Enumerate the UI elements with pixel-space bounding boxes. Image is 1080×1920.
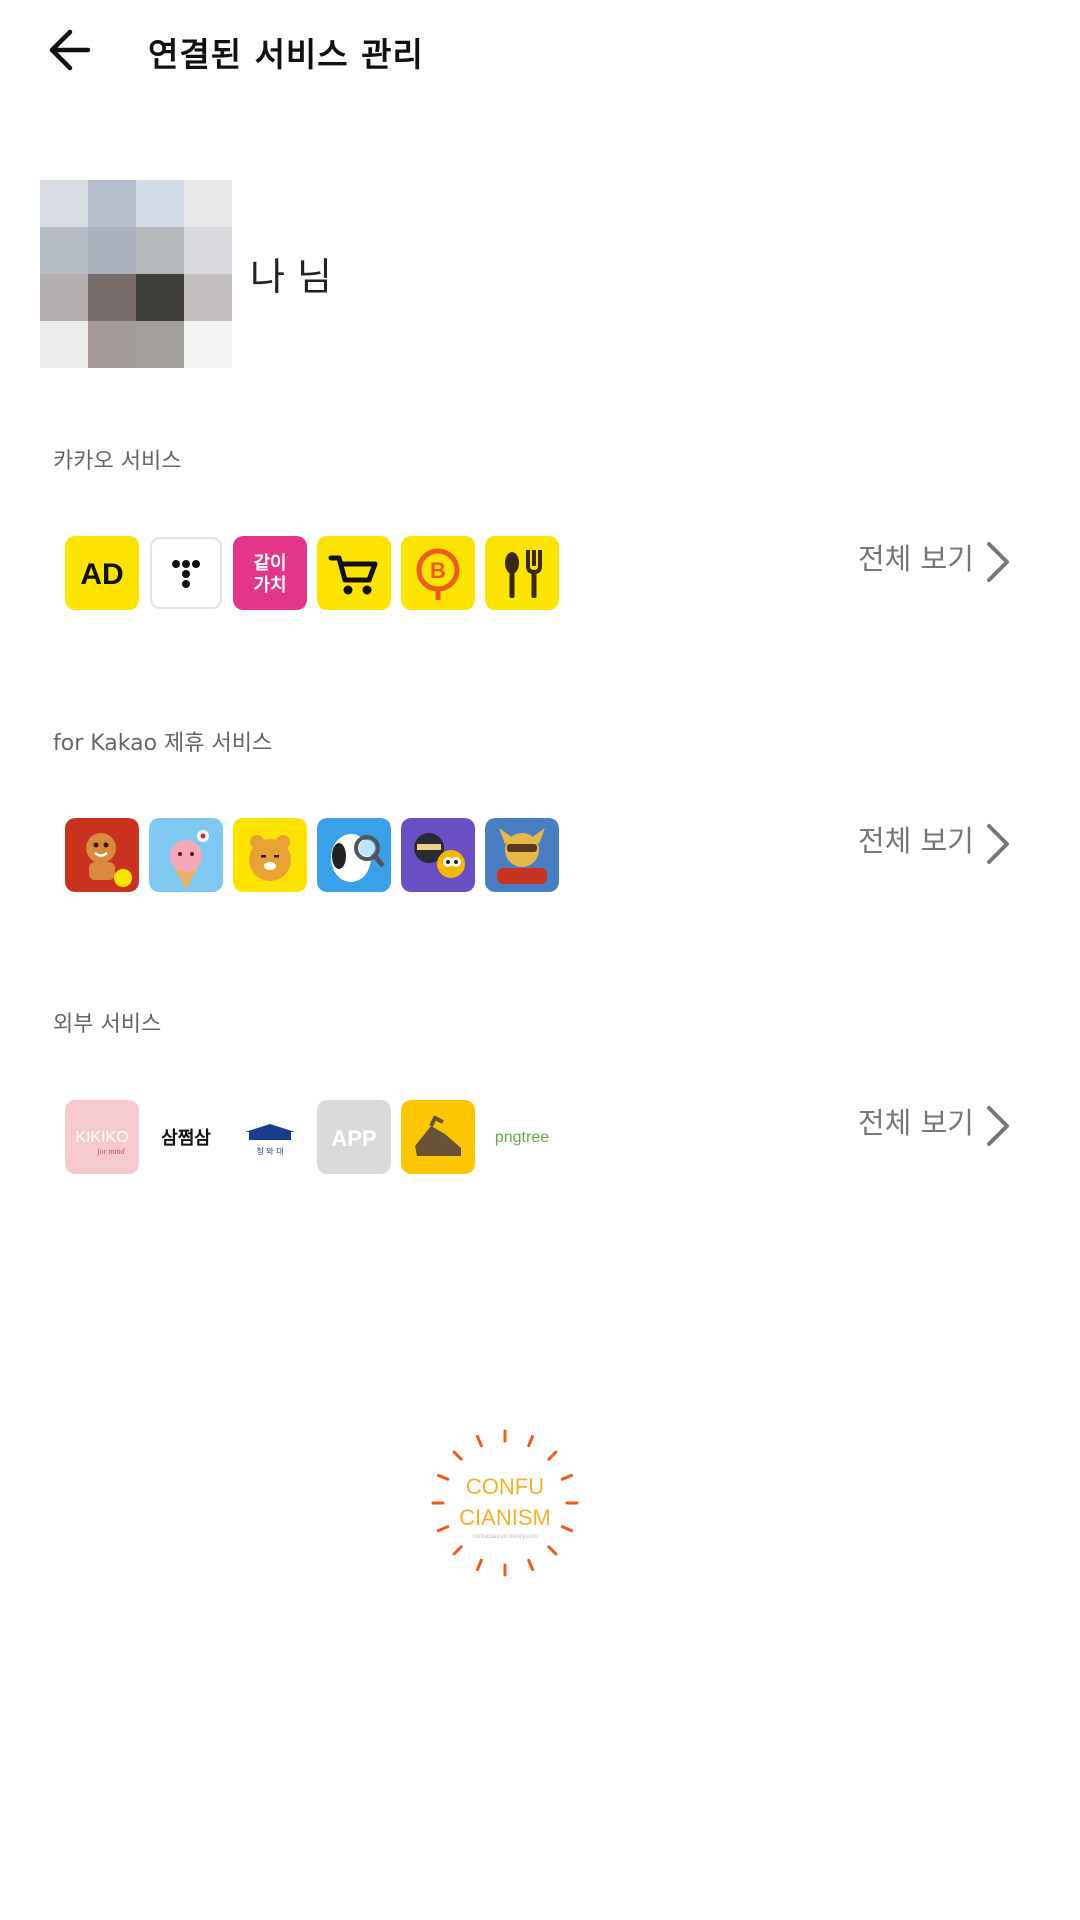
profile-name: 나 님 [250, 255, 332, 299]
watermark-ray [560, 1473, 574, 1481]
section-label-partner-services: for Kakao 제휴 서비스 [53, 731, 273, 756]
avatar-pixel [88, 227, 136, 274]
watermark-ray [547, 1450, 558, 1461]
samjjamsam-icon[interactable]: 삼쩜삼 [149, 1100, 223, 1174]
watermark-ray [475, 1434, 483, 1448]
watermark-ray [560, 1525, 574, 1533]
avatar-pixel [88, 321, 136, 368]
chevron-right-icon [987, 542, 1009, 582]
kakao-services-icon-row: AD 같이 가치 B [65, 536, 585, 612]
watermark-ray [527, 1558, 535, 1572]
kakao-bank-b-icon-text: B [430, 558, 446, 583]
watermark-ray [436, 1473, 450, 1481]
generic-app-icon-text: APP [331, 1126, 376, 1151]
avatar-pixel [40, 227, 88, 274]
view-all-external-services[interactable]: 전체 보기 [858, 1096, 1018, 1156]
pngtree-icon[interactable]: pngtree [485, 1100, 559, 1174]
watermark-ray [527, 1434, 535, 1448]
avatar-pixel [136, 180, 184, 227]
racing-game-icon[interactable] [485, 818, 559, 892]
cheongwadae-icon-text: 청 와 대 [256, 1146, 283, 1156]
back-button[interactable] [44, 22, 104, 78]
ryan-game-icon[interactable] [233, 818, 307, 892]
section-label-external-services: 외부 서비스 [53, 1012, 162, 1037]
watermark-line3: confucianism.tistory.com [472, 1534, 537, 1540]
view-all-kakao-services[interactable]: 전체 보기 [858, 532, 1018, 592]
profile-card: 나 님 [40, 180, 940, 370]
kikiko-icon-text: KIKIKO [75, 1129, 128, 1146]
avatar-pixel [88, 274, 136, 321]
snoopy-game-icon[interactable] [317, 818, 391, 892]
section-label-kakao-services: 카카오 서비스 [53, 449, 182, 474]
samjjamsam-icon-text: 삼쩜삼 [161, 1128, 211, 1149]
shopping-cart-icon[interactable] [317, 536, 391, 610]
watermark-logo: CONFU CIANISM confucianism.tistory.com [430, 1428, 580, 1578]
watermark-ray [475, 1558, 483, 1572]
avatar-pixel [40, 274, 88, 321]
kakao-ad-icon-text: AD [80, 558, 123, 591]
watermark-line2: CIANISM [459, 1505, 551, 1530]
avatar-pixel [136, 227, 184, 274]
together-value-icon[interactable]: 같이 가치 [233, 536, 307, 610]
avatar-pixel [136, 321, 184, 368]
food-spoon-fork-icon[interactable] [485, 536, 559, 610]
view-all-label: 전체 보기 [858, 542, 974, 576]
svg-text:같이: 같이 [253, 553, 286, 574]
generic-app-icon[interactable]: APP [317, 1100, 391, 1174]
avatar-pixel [40, 321, 88, 368]
chevron-right-icon [987, 824, 1009, 864]
top-app-bar: 연결된 서비스 관리 [0, 0, 1080, 100]
avatar-pixel [136, 274, 184, 321]
avatar-pixel [184, 227, 232, 274]
page-title: 연결된 서비스 관리 [148, 35, 424, 74]
apeach-game-icon[interactable] [149, 818, 223, 892]
avatar-pixel [184, 321, 232, 368]
avatar [40, 180, 232, 368]
svg-text:for mind: for mind [97, 1147, 125, 1156]
chevron-right-icon [987, 1106, 1009, 1146]
avatar-pixel [184, 274, 232, 321]
view-all-label: 전체 보기 [858, 1106, 974, 1140]
partner-services-icon-row [65, 818, 585, 894]
watermark-ray [436, 1525, 450, 1533]
watermark-ray [452, 1450, 463, 1461]
running-shoe-icon[interactable] [401, 1100, 475, 1174]
kakao-t-icon[interactable] [149, 536, 223, 610]
cheongwadae-icon[interactable]: 청 와 대 [233, 1100, 307, 1174]
pngtree-icon-text: pngtree [495, 1129, 549, 1146]
view-all-label: 전체 보기 [858, 824, 974, 858]
kakao-ad-icon[interactable]: AD [65, 536, 139, 610]
watermark-line1: CONFU [466, 1474, 544, 1499]
external-services-icon-row: KIKIKO for mind 삼쩜삼 청 와 대 APP pngtree [65, 1100, 585, 1176]
watermark-ray [547, 1545, 558, 1556]
avatar-pixel [40, 180, 88, 227]
avatar-pixel [88, 180, 136, 227]
kakao-bank-b-icon[interactable]: B [401, 536, 475, 610]
arrow-left-icon [49, 29, 91, 71]
avatar-pixel [184, 180, 232, 227]
ninja-game-icon[interactable] [401, 818, 475, 892]
kikiko-icon[interactable]: KIKIKO for mind [65, 1100, 139, 1174]
watermark-ray [452, 1545, 463, 1556]
cookie-run-game-icon[interactable] [65, 818, 139, 892]
svg-text:가치: 가치 [253, 575, 286, 596]
view-all-partner-services[interactable]: 전체 보기 [858, 814, 1018, 874]
